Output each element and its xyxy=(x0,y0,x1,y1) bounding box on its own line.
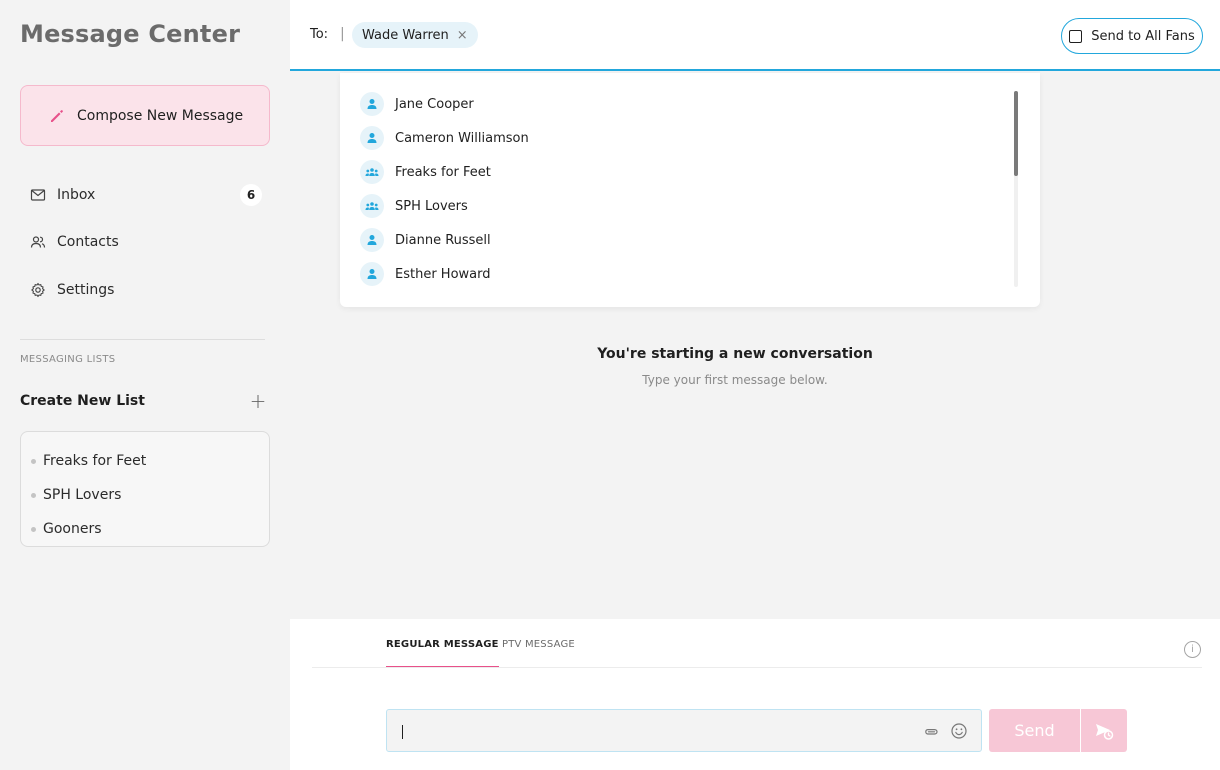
avatar xyxy=(360,228,384,252)
suggestion-item[interactable]: Dianne Russell xyxy=(360,228,491,252)
suggestion-name: Jane Cooper xyxy=(395,96,474,112)
empty-conversation-subtitle: Type your first message below. xyxy=(642,373,828,387)
empty-conversation-title: You're starting a new conversation xyxy=(597,346,873,362)
suggestion-item[interactable]: Cameron Williamson xyxy=(360,126,529,150)
avatar xyxy=(360,160,384,184)
checkbox-icon xyxy=(1069,29,1083,43)
suggestion-item[interactable]: Freaks for Feet xyxy=(360,160,491,184)
schedule-send-icon xyxy=(1096,723,1114,740)
person-icon xyxy=(367,99,377,109)
tab-ptv-message[interactable]: PTV MESSAGE xyxy=(502,639,575,668)
create-list-label: Create New List xyxy=(20,393,145,409)
list-item[interactable]: Gooners xyxy=(21,512,269,546)
list-item-label: Gooners xyxy=(43,521,102,537)
emoji-icon[interactable] xyxy=(950,722,968,740)
suggestion-name: Freaks for Feet xyxy=(395,164,491,180)
main-panel: To: | Wade Warren × Send to All Fans Jan… xyxy=(290,0,1220,770)
avatar xyxy=(360,92,384,116)
contacts-icon xyxy=(30,236,46,248)
mail-icon xyxy=(30,189,46,201)
gear-icon xyxy=(31,282,45,298)
tab-divider xyxy=(312,667,1202,668)
group-icon xyxy=(365,168,379,176)
scrollbar-thumb[interactable] xyxy=(1014,91,1018,176)
to-separator: | xyxy=(340,26,345,42)
recipient-chip[interactable]: Wade Warren × xyxy=(352,22,478,48)
tab-regular-message[interactable]: REGULAR MESSAGE xyxy=(386,639,499,668)
suggestion-name: Cameron Williamson xyxy=(395,130,529,146)
bullet-icon xyxy=(31,492,36,498)
inbox-count-badge: 6 xyxy=(240,184,262,206)
suggestion-name: SPH Lovers xyxy=(395,198,468,214)
message-composer: REGULAR MESSAGE PTV MESSAGE i Send xyxy=(290,619,1220,770)
sidebar-item-inbox[interactable]: Inbox 6 xyxy=(20,175,270,215)
sidebar-item-label: Contacts xyxy=(57,234,119,250)
list-item[interactable]: SPH Lovers xyxy=(21,478,269,512)
compose-label: Compose New Message xyxy=(77,107,244,124)
person-icon xyxy=(367,133,377,143)
app-title: Message Center xyxy=(20,20,241,48)
suggestion-name: Esther Howard xyxy=(395,266,491,282)
bullet-icon xyxy=(31,458,36,464)
bullet-icon xyxy=(31,526,36,532)
suggestion-name: Dianne Russell xyxy=(395,232,491,248)
messaging-lists-heading: MESSAGING LISTS xyxy=(20,354,116,365)
paperclip-icon[interactable] xyxy=(923,723,941,741)
sidebar-item-contacts[interactable]: Contacts xyxy=(20,222,270,262)
suggestion-item[interactable]: SPH Lovers xyxy=(360,194,468,218)
plus-icon[interactable]: + xyxy=(246,389,270,413)
send-to-all-fans-checkbox[interactable]: Send to All Fans xyxy=(1061,18,1203,54)
avatar xyxy=(360,262,384,286)
sidebar-item-label: Settings xyxy=(57,282,115,298)
list-item-label: Freaks for Feet xyxy=(43,453,147,469)
list-item-label: SPH Lovers xyxy=(43,487,122,503)
close-icon[interactable]: × xyxy=(457,28,468,43)
group-icon xyxy=(365,202,379,210)
sidebar-item-settings[interactable]: Settings xyxy=(20,270,270,310)
recipient-suggestions-dropdown: Jane Cooper Cameron Williamson Freaks fo… xyxy=(340,73,1040,307)
send-all-label: Send to All Fans xyxy=(1091,28,1195,44)
person-icon xyxy=(367,235,377,245)
sidebar: Message Center Compose New Message Inbox… xyxy=(0,0,290,770)
to-label: To: xyxy=(310,27,329,42)
avatar xyxy=(360,194,384,218)
sidebar-item-label: Inbox xyxy=(57,187,96,203)
schedule-send-button[interactable] xyxy=(1080,709,1127,752)
sidebar-divider xyxy=(20,339,265,340)
recipient-chip-label: Wade Warren xyxy=(362,27,449,43)
suggestion-item[interactable]: Esther Howard xyxy=(360,262,491,286)
compose-new-message-button[interactable]: Compose New Message xyxy=(20,85,270,146)
message-input-wrapper xyxy=(386,709,982,752)
text-caret xyxy=(402,725,403,739)
recipient-bar: To: | Wade Warren × Send to All Fans xyxy=(290,0,1220,71)
info-icon[interactable]: i xyxy=(1184,641,1201,658)
list-item[interactable]: Freaks for Feet xyxy=(21,444,269,478)
suggestion-item[interactable]: Jane Cooper xyxy=(360,92,474,116)
pencil-icon xyxy=(51,109,63,122)
create-new-list-row[interactable]: Create New List + xyxy=(20,389,270,413)
send-button[interactable]: Send xyxy=(989,709,1080,752)
messaging-lists: Freaks for Feet SPH Lovers Gooners xyxy=(20,431,270,547)
person-icon xyxy=(367,269,377,279)
message-input[interactable] xyxy=(401,721,901,741)
avatar xyxy=(360,126,384,150)
